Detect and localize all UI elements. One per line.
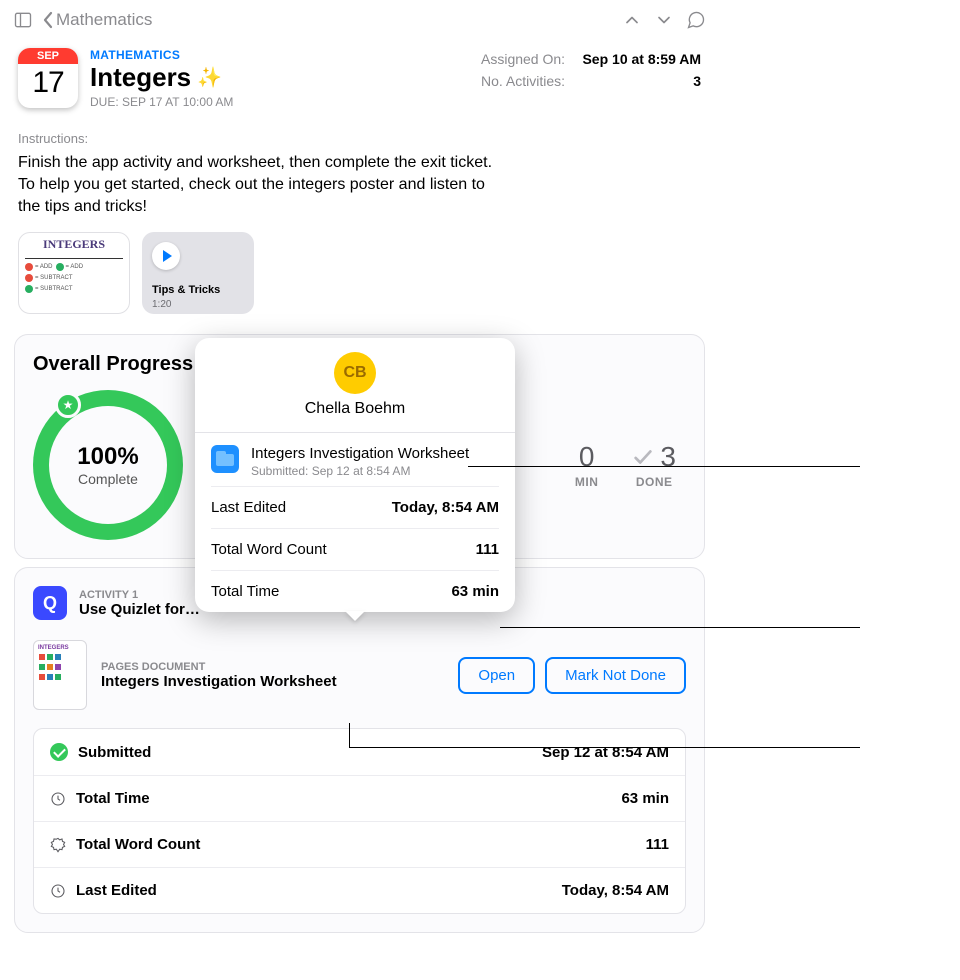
student-avatar: CB	[334, 352, 376, 394]
callout-line	[500, 627, 860, 628]
back-label: Mathematics	[56, 10, 152, 30]
activity-type-label: ACTIVITY 1	[79, 589, 200, 601]
subject-label: MATHEMATICS	[90, 48, 469, 62]
activity-card: Q ACTIVITY 1 Use Quizlet for… INTEGERS P…	[14, 567, 705, 933]
popover-last-edited: Last Edited Today, 8:54 AM	[195, 487, 515, 528]
checkmark-icon	[632, 446, 654, 468]
sparkle-icon: ✨	[197, 65, 222, 90]
folder-icon	[211, 445, 239, 473]
student-progress-popover: CB Chella Boehm Integers Investigation W…	[195, 338, 515, 612]
stat-min: 0 MIN	[575, 441, 599, 489]
assigned-on-value: Sep 10 at 8:59 AM	[582, 48, 701, 70]
assigned-on-label: Assigned On:	[481, 48, 565, 70]
media-duration: 1:20	[152, 299, 171, 310]
popover-pointer-icon	[345, 611, 365, 621]
calendar-tile: SEP 17	[18, 48, 78, 108]
detail-total-time: Total Time 63 min	[34, 775, 685, 821]
callout-line	[468, 466, 860, 467]
detail-submitted: Submitted Sep 12 at 8:54 AM	[34, 729, 685, 775]
due-label: DUE: SEP 17 AT 10:00 AM	[90, 95, 469, 109]
detail-last-edited: Last Edited Today, 8:54 AM	[34, 867, 685, 913]
activities-count-value: 3	[693, 70, 701, 92]
document-row: INTEGERS PAGES DOCUMENT Integers Investi…	[33, 640, 686, 710]
activities-count-label: No. Activities:	[481, 70, 565, 92]
assignment-header: SEP 17 MATHEMATICS Integers ✨ DUE: SEP 1…	[0, 40, 719, 109]
activity-name: Use Quizlet for…	[79, 601, 200, 618]
callout-line	[349, 723, 350, 747]
document-type-label: PAGES DOCUMENT	[101, 661, 337, 673]
assignment-meta: Assigned On: Sep 10 at 8:59 AM No. Activ…	[481, 48, 701, 109]
instructions-text: Finish the app activity and worksheet, t…	[0, 152, 520, 218]
media-title: Tips & Tricks	[152, 284, 220, 296]
attachments-row: INTEGERS = ADD = ADD = SUBTRACT = SUBTRA…	[0, 218, 719, 326]
clock-icon	[50, 883, 66, 899]
document-name: Integers Investigation Worksheet	[101, 673, 337, 690]
popover-total-time: Total Time 63 min	[195, 571, 515, 612]
chevron-up-icon[interactable]	[619, 7, 645, 33]
document-thumbnail[interactable]: INTEGERS	[33, 640, 87, 710]
popover-file-subtitle: Submitted: Sep 12 at 8:54 AM	[251, 464, 469, 478]
popover-file-title: Integers Investigation Worksheet	[251, 445, 469, 462]
chevron-down-icon[interactable]	[651, 7, 677, 33]
assignment-title: Integers ✨	[90, 62, 469, 93]
poster-title: INTEGERS	[19, 233, 129, 252]
progress-percent: 100%	[77, 443, 138, 471]
success-check-icon	[50, 743, 68, 761]
calendar-day: 17	[32, 64, 63, 100]
progress-complete-label: Complete	[78, 471, 138, 487]
progress-ring: 100% Complete ★	[33, 390, 183, 540]
quizlet-app-icon: Q	[33, 586, 67, 620]
attachment-poster[interactable]: INTEGERS = ADD = ADD = SUBTRACT = SUBTRA…	[18, 232, 130, 314]
nav-bar: Mathematics	[0, 0, 719, 40]
back-button[interactable]: Mathematics	[42, 10, 152, 30]
mark-not-done-button[interactable]: Mark Not Done	[545, 657, 686, 694]
attachment-media[interactable]: Tips & Tricks 1:20	[142, 232, 254, 314]
callout-line	[349, 747, 860, 748]
stat-done: 3 DONE	[632, 441, 676, 489]
instructions-heading: Instructions:	[0, 109, 719, 152]
play-icon	[152, 242, 180, 270]
sidebar-toggle-icon[interactable]	[10, 7, 36, 33]
message-icon[interactable]	[683, 7, 709, 33]
star-badge-icon: ★	[55, 392, 81, 418]
popover-word-count: Total Word Count 111	[195, 529, 515, 570]
badge-icon	[50, 837, 66, 853]
calendar-month: SEP	[18, 48, 78, 64]
document-details-list: Submitted Sep 12 at 8:54 AM Total Time 6…	[33, 728, 686, 914]
open-button[interactable]: Open	[458, 657, 535, 694]
clock-icon	[50, 791, 66, 807]
popover-file-row[interactable]: Integers Investigation Worksheet Submitt…	[195, 433, 515, 486]
detail-word-count: Total Word Count 111	[34, 821, 685, 867]
student-name: Chella Boehm	[195, 400, 515, 418]
